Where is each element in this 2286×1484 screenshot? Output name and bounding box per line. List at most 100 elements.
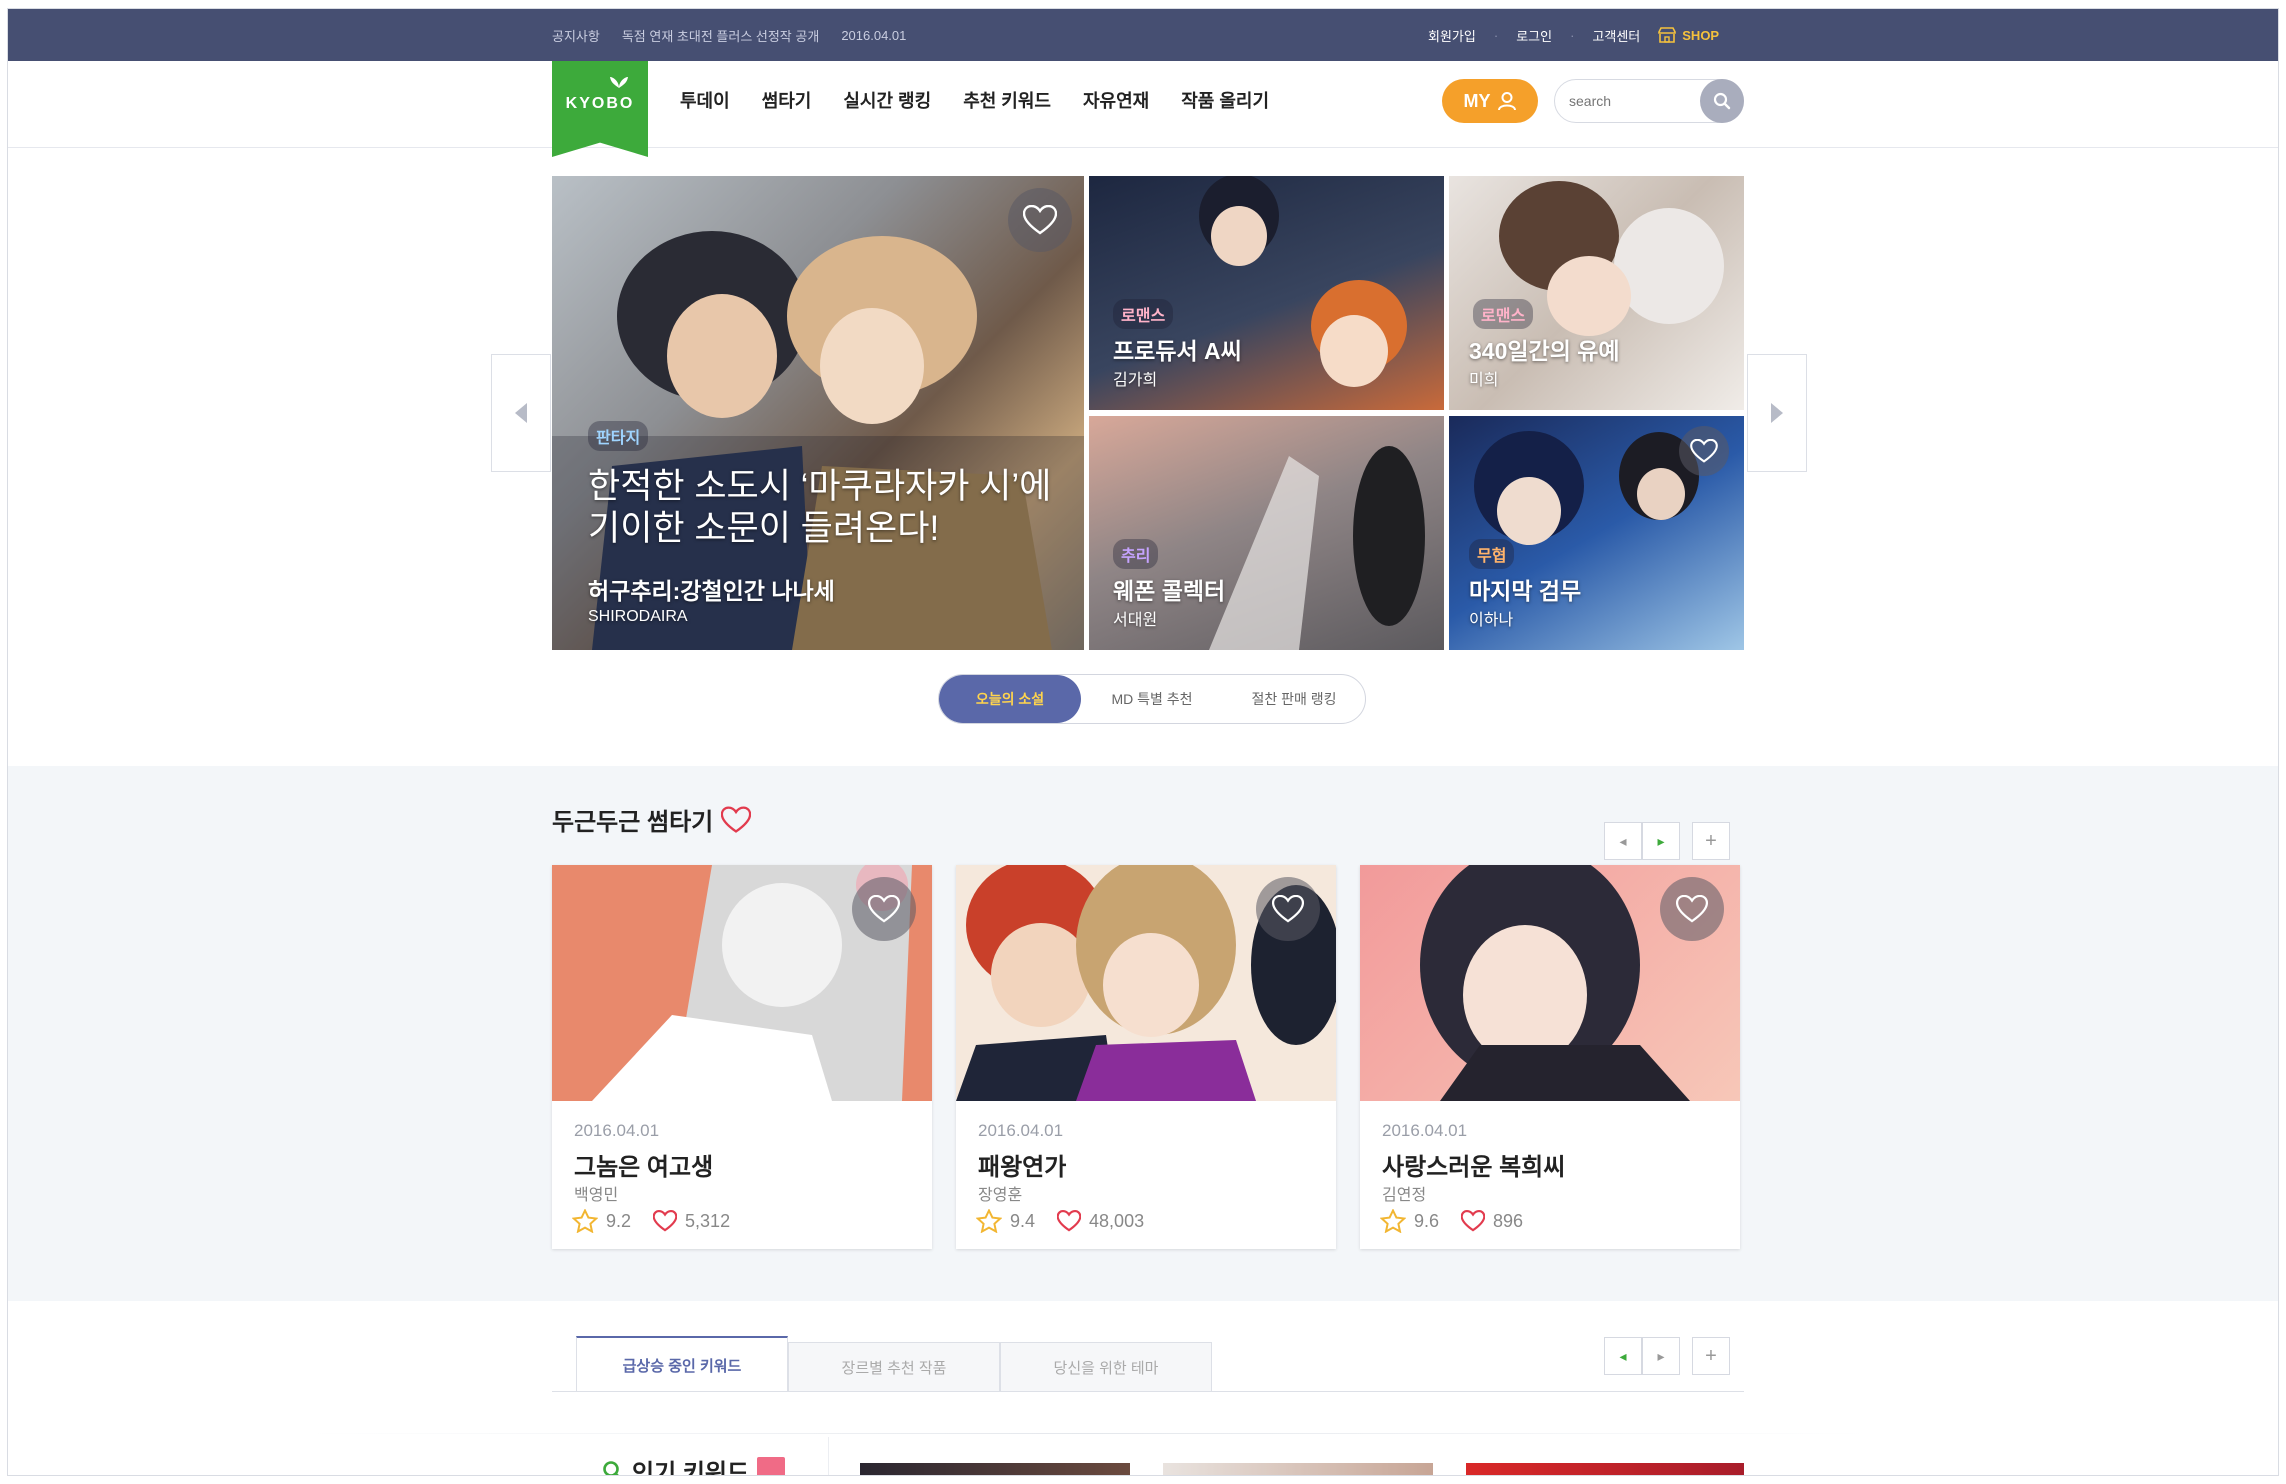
kyobo-logo[interactable]: KYOBO (552, 61, 648, 157)
card-title: 그놈은 여고생 (574, 1154, 714, 1181)
notice-text[interactable]: 독점 연재 초대전 플러스 선정작 공개 (622, 26, 819, 45)
page-frame: 공지사항 독점 연재 초대전 플러스 선정작 공개 2016.04.01 회원가… (7, 8, 2279, 1476)
plus-icon: + (1705, 1344, 1717, 1367)
thumbnail-preview[interactable] (1466, 1463, 1744, 1475)
popular-keyword-heading: 인기 키워드 (602, 1453, 786, 1475)
my-label: MY (1463, 90, 1491, 111)
section-title: 두근두근 썸타기 (552, 802, 752, 837)
chevron-right-icon (1771, 403, 1783, 423)
divider: · (1493, 27, 1499, 43)
card-rating: 9.6 (1414, 1210, 1440, 1231)
hero-prev-button[interactable] (491, 354, 551, 472)
card-rating: 9.4 (1010, 1210, 1036, 1231)
login-link[interactable]: 로그인 (1516, 26, 1552, 45)
account-links: 회원가입 · 로그인 · 고객센터 SHOP (1428, 9, 1719, 61)
tile-title: 프로듀서 A씨 (1113, 338, 1242, 364)
menu-sseomtagi[interactable]: 썸타기 (762, 87, 812, 113)
card-title: 패왕연가 (978, 1154, 1067, 1181)
hero-tile-weapon-collector[interactable]: 추리 웨폰 콜렉터 서대원 (1089, 416, 1444, 650)
main-menu: 투데이 썸타기 실시간 랭킹 추천 키워드 자유연재 작품 올리기 (680, 61, 1269, 139)
like-button[interactable] (1679, 426, 1729, 476)
badge-icon (757, 1456, 786, 1475)
hero-tab-switcher: 오늘의 소설 MD 특별 추천 절찬 판매 랭킹 (938, 674, 1366, 724)
card-author: 김연정 (1382, 1187, 1427, 1204)
work-card[interactable]: 2016.04.01 그놈은 여고생 백영민 9.2 5,312 (552, 865, 932, 1249)
divider (308, 1433, 1868, 1434)
hero-banner: 판타지 한적한 소도시 ‘마쿠라자카 시’에 기이한 소문이 들려온다! 허구추… (552, 176, 1744, 660)
tab-divider (552, 1391, 1744, 1392)
category-badge: 무협 (1469, 539, 1515, 569)
section-next-button[interactable]: ▸ (1642, 822, 1680, 860)
keyword-content-preview: 인기 키워드 (8, 1409, 2278, 1475)
chevron-left-icon: ◂ (1619, 832, 1627, 849)
leaf-icon (610, 77, 628, 88)
tab-rising-keyword[interactable]: 급상승 중인 키워드 (576, 1336, 788, 1392)
like-button[interactable] (1660, 877, 1724, 941)
hero-tile-last-sword-dance[interactable]: 무협 마지막 검무 이하나 (1449, 416, 1744, 650)
hero-headline-line2: 기이한 소문이 들려온다! (588, 509, 940, 548)
menu-realtime-ranking[interactable]: 실시간 랭킹 (843, 87, 931, 113)
card-thumbnail (1360, 865, 1740, 1101)
customer-center-link[interactable]: 고객센터 (1592, 26, 1640, 45)
keyword-prev-button[interactable]: ◂ (1604, 1337, 1642, 1375)
divider: · (1570, 27, 1575, 43)
section-more-button[interactable]: + (1692, 822, 1730, 860)
hero-main-author: SHIRODAIRA (588, 608, 688, 625)
work-card[interactable]: 2016.04.01 사랑스러운 복희씨 김연정 9.6 896 (1360, 865, 1740, 1249)
card-thumbnail (956, 865, 1336, 1101)
tab-md-recommend[interactable]: MD 특별 추천 (1081, 675, 1223, 723)
heart-icon (1690, 439, 1718, 463)
keyword-next-button[interactable]: ▸ (1642, 1337, 1680, 1375)
hero-next-button[interactable] (1747, 354, 1807, 472)
logo-text: KYOBO (565, 95, 635, 112)
card-author: 장영훈 (978, 1187, 1023, 1204)
like-button[interactable] (852, 877, 916, 941)
signup-link[interactable]: 회원가입 (1428, 26, 1476, 45)
menu-free-serial[interactable]: 자유연재 (1083, 87, 1149, 113)
thumbnail-preview[interactable] (1163, 1463, 1433, 1475)
card-rating: 9.2 (606, 1210, 632, 1231)
hero-tile-340days[interactable]: 로맨스 340일간의 유예 미희 (1449, 176, 1744, 410)
thumb-section: 두근두근 썸타기 ◂ ▸ + 2016.04.01 그놈은 여고생 백영민 9.… (8, 766, 2278, 1301)
search-button[interactable] (1700, 79, 1744, 123)
hero-main-tile[interactable]: 판타지 한적한 소도시 ‘마쿠라자카 시’에 기이한 소문이 들려온다! 허구추… (552, 176, 1084, 650)
chevron-right-icon: ▸ (1657, 1347, 1665, 1364)
menu-today[interactable]: 투데이 (680, 87, 730, 113)
tile-title: 마지막 검무 (1469, 578, 1582, 604)
work-card[interactable]: 2016.04.01 패왕연가 장영훈 9.4 48,003 (956, 865, 1336, 1249)
search-input[interactable] (1569, 91, 1689, 111)
shop-link[interactable]: SHOP (1658, 27, 1719, 43)
card-likes: 48,003 (1089, 1210, 1145, 1231)
tab-today-novel[interactable]: 오늘의 소설 (939, 675, 1081, 723)
card-stats: 9.2 5,312 (572, 1209, 730, 1233)
my-button[interactable]: MY (1442, 79, 1538, 123)
star-icon (976, 1209, 1002, 1233)
heart-icon (1676, 895, 1708, 923)
divider (828, 1437, 829, 1475)
search-box (1554, 79, 1744, 123)
section-prev-button[interactable]: ◂ (1604, 822, 1642, 860)
tab-genre-recommend[interactable]: 장르별 추천 작품 (788, 1342, 1000, 1392)
thumbnail-preview[interactable] (860, 1463, 1130, 1475)
plus-icon: + (1705, 829, 1717, 852)
category-badge: 로맨스 (1113, 299, 1174, 329)
menu-recommended-keyword[interactable]: 추천 키워드 (963, 87, 1051, 113)
keyword-tabs: 급상승 중인 키워드 장르별 추천 작품 당신을 위한 테마 (576, 1336, 1212, 1392)
tile-author: 서대원 (1113, 612, 1158, 629)
menu-upload-work[interactable]: 작품 올리기 (1181, 87, 1269, 113)
card-date: 2016.04.01 (1382, 1121, 1468, 1140)
like-button[interactable] (1256, 877, 1320, 941)
heart-icon (653, 1210, 678, 1232)
tab-bestseller-ranking[interactable]: 절찬 판매 랭킹 (1223, 675, 1365, 723)
card-likes: 896 (1493, 1210, 1524, 1231)
category-badge: 로맨스 (1473, 299, 1534, 329)
keyword-controls: ◂ ▸ + (1604, 1337, 1730, 1375)
store-icon (1658, 27, 1677, 43)
card-title: 사랑스러운 복희씨 (1382, 1154, 1566, 1181)
keyword-more-button[interactable]: + (1692, 1337, 1730, 1375)
top-utility-bar: 공지사항 독점 연재 초대전 플러스 선정작 공개 2016.04.01 회원가… (8, 9, 2278, 61)
notice-bar[interactable]: 공지사항 독점 연재 초대전 플러스 선정작 공개 2016.04.01 (552, 9, 906, 61)
like-button[interactable] (1008, 188, 1072, 252)
tab-theme-for-you[interactable]: 당신을 위한 테마 (1000, 1342, 1212, 1392)
hero-tile-producer[interactable]: 로맨스 프로듀서 A씨 김가희 (1089, 176, 1444, 410)
